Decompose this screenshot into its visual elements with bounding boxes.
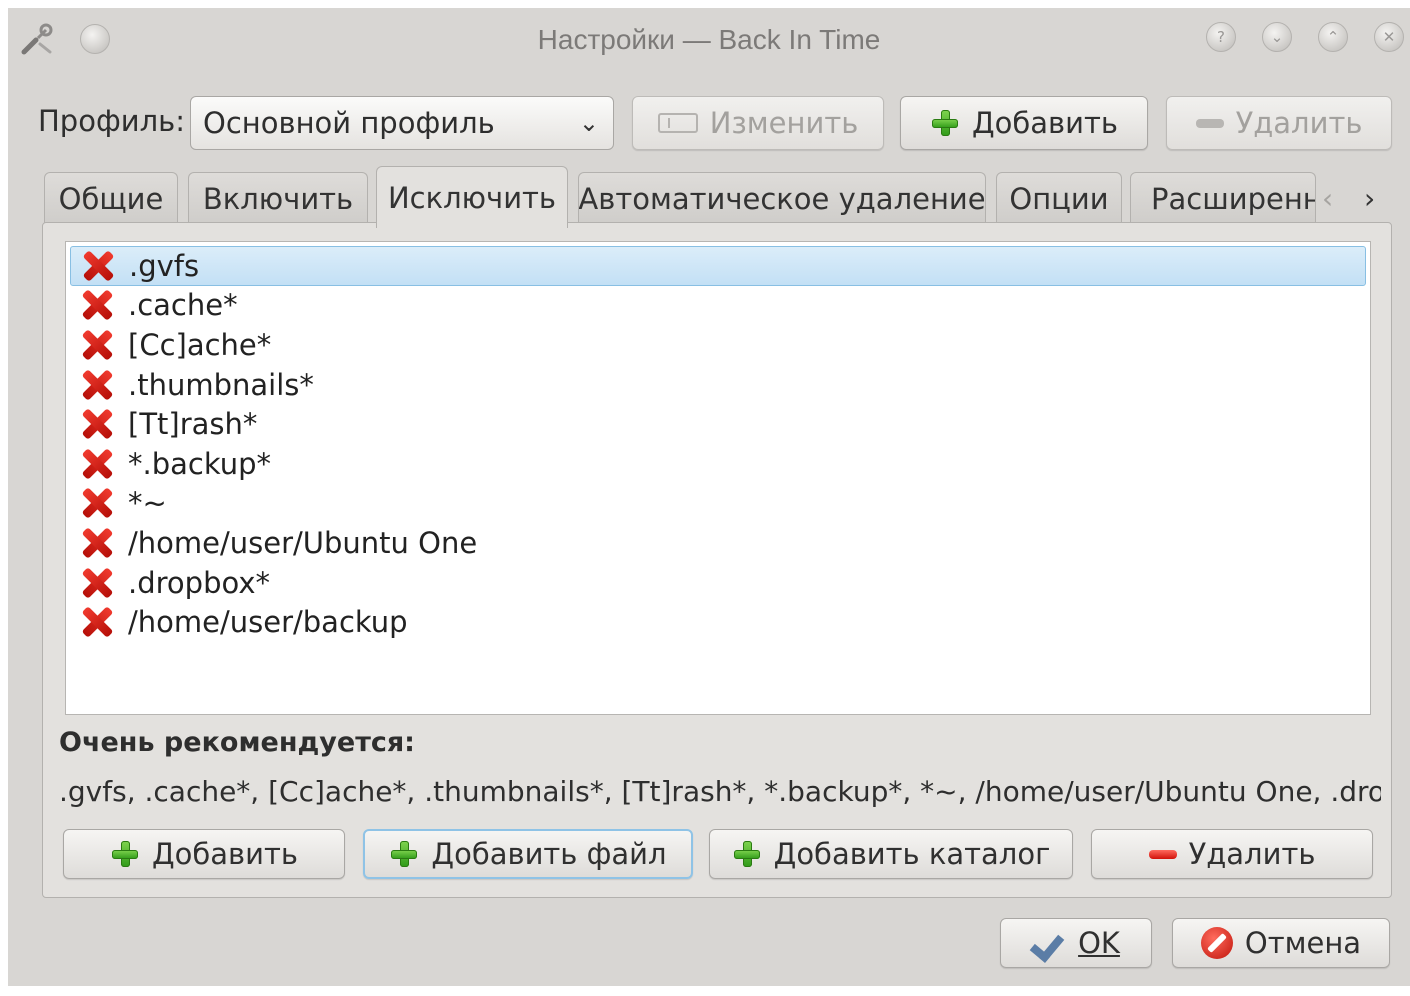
ok-button[interactable]: OK bbox=[1000, 918, 1152, 968]
profile-label: Профиль: bbox=[38, 104, 185, 138]
list-item-label: .cache* bbox=[128, 288, 238, 323]
tab-general-label: Общие bbox=[58, 181, 164, 216]
title-bar: Настройки — Back In Time ? ⌄ ⌃ ✕ bbox=[8, 8, 1410, 70]
exclude-x-icon bbox=[81, 249, 115, 283]
list-item[interactable]: .gvfs bbox=[70, 246, 1366, 286]
exclude-x-icon bbox=[80, 486, 114, 520]
exclude-list[interactable]: .gvfs .cache* [Cc]ache* .thumbnails* [Tt… bbox=[65, 241, 1371, 715]
list-item[interactable]: /home/user/Ubuntu One bbox=[70, 523, 1366, 563]
remove-pattern-label: Удалить bbox=[1188, 837, 1316, 871]
chevron-down-icon: ⌄ bbox=[578, 109, 599, 137]
exclude-x-icon bbox=[80, 328, 114, 362]
tab-scroll-left-icon[interactable]: ‹ bbox=[1322, 182, 1333, 215]
tab-general[interactable]: Общие bbox=[44, 172, 178, 224]
close-icon[interactable]: ✕ bbox=[1374, 22, 1404, 52]
plus-icon bbox=[732, 839, 762, 869]
list-item[interactable]: .cache* bbox=[70, 286, 1366, 326]
tab-exclude[interactable]: Исключить bbox=[376, 166, 568, 228]
minus-icon bbox=[1148, 849, 1177, 859]
rename-icon bbox=[657, 113, 698, 133]
recommended-text: .gvfs, .cache*, [Cc]ache*, .thumbnails*,… bbox=[59, 775, 1381, 808]
list-item-label: /home/user/backup bbox=[128, 605, 408, 640]
exclude-x-icon bbox=[80, 566, 114, 600]
settings-window: Настройки — Back In Time ? ⌄ ⌃ ✕ Профиль… bbox=[8, 8, 1410, 996]
desktop-edge bbox=[0, 986, 1410, 996]
maximize-icon[interactable]: ⌃ bbox=[1318, 22, 1348, 52]
tab-advanced[interactable]: Расширенн bbox=[1130, 172, 1316, 224]
tab-include[interactable]: Включить bbox=[188, 172, 368, 224]
minimize-icon[interactable]: ⌄ bbox=[1262, 22, 1292, 52]
tab-options[interactable]: Опции bbox=[996, 172, 1122, 224]
cancel-icon bbox=[1200, 927, 1233, 959]
edit-profile-button[interactable]: Изменить bbox=[632, 96, 884, 150]
profile-select[interactable]: Основной профиль ⌄ bbox=[190, 96, 614, 150]
add-file-label: Добавить файл bbox=[431, 837, 667, 871]
list-item-label: *.backup* bbox=[128, 446, 272, 481]
window-title: Настройки — Back In Time bbox=[537, 24, 881, 55]
remove-pattern-button[interactable]: Удалить bbox=[1091, 829, 1373, 879]
remove-profile-button[interactable]: Удалить bbox=[1166, 96, 1392, 150]
tab-include-label: Включить bbox=[202, 181, 354, 216]
minus-icon bbox=[1195, 118, 1224, 128]
add-pattern-button[interactable]: Добавить bbox=[63, 829, 345, 879]
list-item[interactable]: .dropbox* bbox=[70, 563, 1366, 603]
list-item-label: *~ bbox=[128, 486, 167, 521]
exclude-x-icon bbox=[80, 526, 114, 560]
add-folder-label: Добавить каталог bbox=[773, 837, 1051, 871]
ok-label: OK bbox=[1078, 926, 1120, 960]
add-folder-button[interactable]: Добавить каталог bbox=[709, 829, 1073, 879]
list-item[interactable]: /home/user/backup bbox=[70, 602, 1366, 642]
exclude-x-icon bbox=[80, 368, 114, 402]
exclude-x-icon bbox=[80, 447, 114, 481]
cancel-button[interactable]: Отмена bbox=[1172, 918, 1390, 968]
list-item[interactable]: *.backup* bbox=[70, 444, 1366, 484]
exclude-x-icon bbox=[80, 288, 114, 322]
plus-icon bbox=[389, 839, 419, 869]
cancel-label: Отмена bbox=[1244, 926, 1362, 960]
list-item-label: .gvfs bbox=[129, 248, 200, 283]
list-item-label: [Tt]rash* bbox=[128, 407, 258, 442]
plus-icon bbox=[930, 108, 960, 138]
list-item-label: .dropbox* bbox=[128, 565, 270, 600]
help-icon[interactable]: ? bbox=[1206, 22, 1236, 52]
plus-icon bbox=[110, 839, 140, 869]
edit-profile-label: Изменить bbox=[709, 106, 859, 140]
list-item-label: [Cc]ache* bbox=[128, 327, 272, 362]
exclude-panel: .gvfs .cache* [Cc]ache* .thumbnails* [Tt… bbox=[42, 222, 1392, 898]
tab-exclude-label: Исключить bbox=[387, 180, 557, 215]
list-item[interactable]: [Tt]rash* bbox=[70, 404, 1366, 444]
tab-options-label: Опции bbox=[1009, 181, 1109, 216]
remove-profile-label: Удалить bbox=[1235, 106, 1363, 140]
add-file-button[interactable]: Добавить файл bbox=[363, 829, 693, 879]
tab-auto-remove[interactable]: Автоматическое удаление bbox=[578, 172, 986, 224]
checkmark-icon bbox=[1032, 930, 1066, 956]
add-profile-label: Добавить bbox=[972, 106, 1118, 140]
list-item[interactable]: .thumbnails* bbox=[70, 365, 1366, 405]
tab-advanced-label: Расширенн bbox=[1151, 181, 1316, 216]
exclude-x-icon bbox=[80, 407, 114, 441]
tab-auto-remove-label: Автоматическое удаление bbox=[578, 181, 986, 216]
list-item[interactable]: *~ bbox=[70, 484, 1366, 524]
list-item-label: /home/user/Ubuntu One bbox=[128, 525, 478, 560]
list-item-label: .thumbnails* bbox=[128, 367, 314, 402]
list-item[interactable]: [Cc]ache* bbox=[70, 325, 1366, 365]
add-profile-button[interactable]: Добавить bbox=[900, 96, 1148, 150]
recommended-label: Очень рекомендуется: bbox=[59, 727, 415, 758]
tab-scroll-right-icon[interactable]: › bbox=[1364, 182, 1375, 215]
profile-select-value: Основной профиль bbox=[203, 106, 495, 140]
exclude-x-icon bbox=[80, 605, 114, 639]
add-pattern-label: Добавить bbox=[152, 837, 298, 871]
